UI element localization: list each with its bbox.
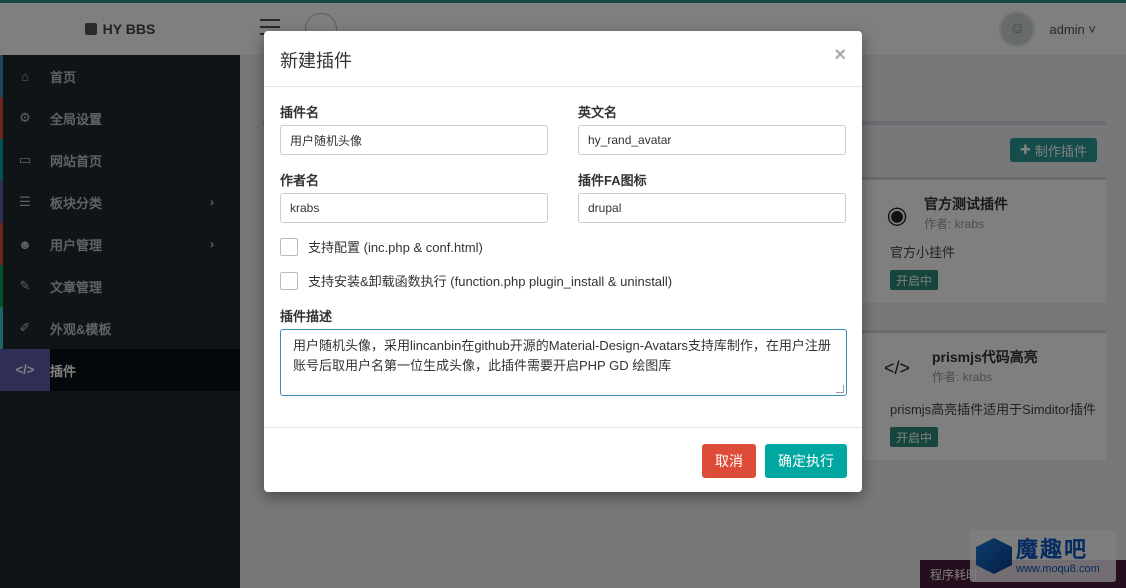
description-label: 插件描述 <box>280 309 333 324</box>
install-checkbox[interactable] <box>280 271 298 290</box>
confirm-button[interactable]: 确定执行 <box>765 444 847 478</box>
fa-icon-input[interactable]: drupal <box>578 193 846 223</box>
english-name-input[interactable]: hy_rand_avatar <box>578 125 846 155</box>
new-plugin-dialog: 新建插件 × 插件名 用户随机头像 英文名 hy_rand_avatar 作者名… <box>264 31 862 492</box>
description-text: 用户随机头像，采用lincanbin在github开源的Material-Des… <box>293 338 831 373</box>
fa-icon-label: 插件FA图标 <box>578 173 647 188</box>
description-textarea[interactable]: 用户随机头像，采用lincanbin在github开源的Material-Des… <box>280 329 847 396</box>
author-label: 作者名 <box>280 173 320 188</box>
author-input[interactable]: krabs <box>280 193 548 223</box>
plugin-name-input[interactable]: 用户随机头像 <box>280 125 548 155</box>
install-checkbox-label[interactable]: 支持安装&卸载函数执行 (function.php plugin_install… <box>308 271 672 290</box>
config-checkbox-row[interactable]: 支持配置 (inc.php & conf.html) <box>280 237 483 256</box>
resize-handle-icon[interactable] <box>836 385 844 393</box>
dialog-header: 新建插件 × <box>264 31 862 87</box>
close-icon[interactable]: × <box>834 45 846 65</box>
install-checkbox-row[interactable]: 支持安装&卸载函数执行 (function.php plugin_install… <box>280 271 672 290</box>
plugin-name-label: 插件名 <box>280 105 320 120</box>
cancel-button[interactable]: 取消 <box>702 444 756 478</box>
config-checkbox[interactable] <box>280 237 298 256</box>
config-checkbox-label[interactable]: 支持配置 (inc.php & conf.html) <box>308 237 483 256</box>
dialog-footer: 取消 确定执行 <box>264 427 862 492</box>
dialog-title: 新建插件 <box>280 51 352 71</box>
english-name-label: 英文名 <box>578 105 618 120</box>
